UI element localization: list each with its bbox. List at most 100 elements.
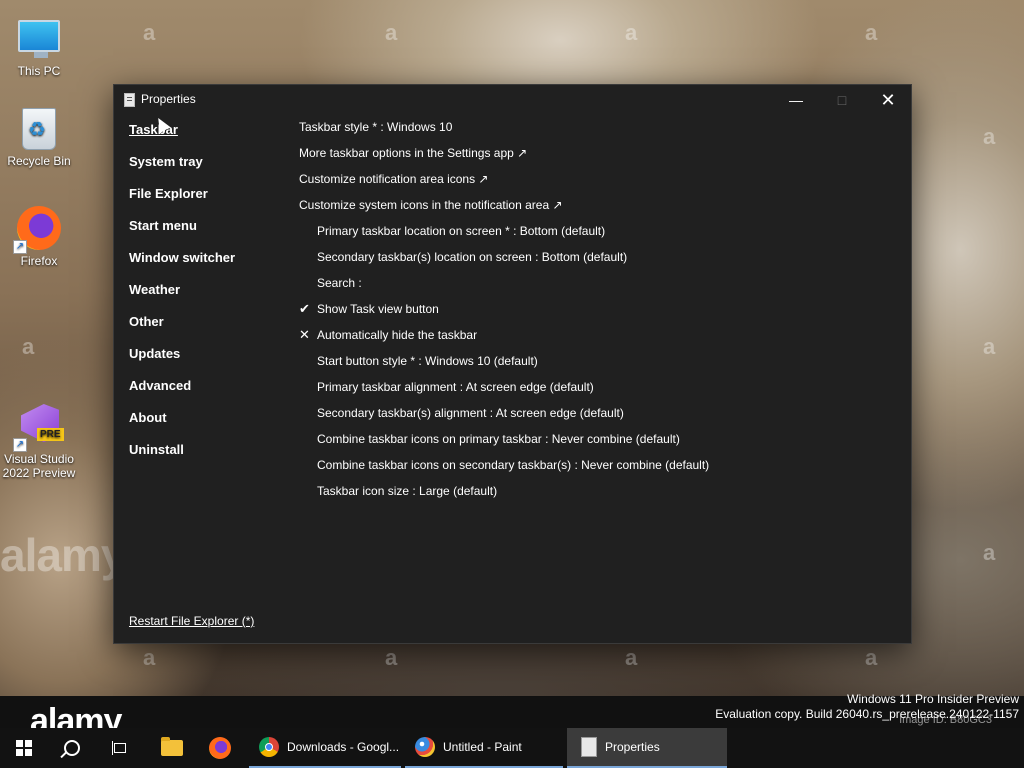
task-view-icon xyxy=(112,741,128,755)
setting-primary-location[interactable]: Primary taskbar location on screen * : B… xyxy=(299,223,709,249)
desktop-icon-firefox[interactable]: ↗ Firefox xyxy=(1,206,77,268)
paint-icon xyxy=(415,737,435,757)
setting-icon-size[interactable]: Taskbar icon size : Large (default) xyxy=(299,483,709,509)
watermark-letter: a xyxy=(143,645,156,670)
shortcut-arrow-icon: ↗ xyxy=(13,240,27,254)
minimize-button[interactable]: — xyxy=(773,85,819,115)
search-icon xyxy=(64,740,80,756)
desktop-icon-label: This PC xyxy=(17,64,61,78)
setting-combine-secondary[interactable]: Combine taskbar icons on secondary taskb… xyxy=(299,457,709,483)
sidebar-nav: Taskbar System tray File Explorer Start … xyxy=(129,121,235,473)
setting-secondary-alignment[interactable]: Secondary taskbar(s) alignment : At scre… xyxy=(299,405,709,431)
taskbar-app-label: Properties xyxy=(605,740,660,754)
setting-label: Customize system icons in the notificati… xyxy=(299,198,563,212)
watermark-letter: a xyxy=(983,334,996,359)
properties-window: Properties — □ ✕ Taskbar System tray Fil… xyxy=(113,84,912,644)
desktop-icon-label: Visual Studio 2022 Preview xyxy=(2,452,76,480)
setting-label: Combine taskbar icons on primary taskbar… xyxy=(317,432,680,446)
visual-studio-icon: PRE ↗ xyxy=(13,404,64,452)
taskbar-app-label: Untitled - Paint xyxy=(443,740,522,754)
setting-label: Secondary taskbar(s) alignment : At scre… xyxy=(317,406,624,420)
nav-item-weather[interactable]: Weather xyxy=(129,281,235,313)
watermark-letter: a xyxy=(625,645,638,670)
nav-item-uninstall[interactable]: Uninstall xyxy=(129,441,235,473)
file-explorer-button[interactable] xyxy=(148,728,196,768)
nav-item-about[interactable]: About xyxy=(129,409,235,441)
nav-item-start-menu[interactable]: Start menu xyxy=(129,217,235,249)
setting-label: Search : xyxy=(317,276,362,290)
setting-combine-primary[interactable]: Combine taskbar icons on primary taskbar… xyxy=(299,431,709,457)
folder-icon xyxy=(161,737,183,756)
setting-task-view-button[interactable]: ✔ Show Task view button xyxy=(299,301,709,327)
watermark-letter: a xyxy=(983,124,996,149)
minimize-icon: — xyxy=(789,92,803,108)
nav-item-other[interactable]: Other xyxy=(129,313,235,345)
link-system-icons[interactable]: Customize system icons in the notificati… xyxy=(299,197,709,223)
taskbar-app-paint[interactable]: Untitled - Paint xyxy=(405,728,563,768)
setting-taskbar-style[interactable]: Taskbar style * : Windows 10 xyxy=(299,119,709,145)
desktop-icon-visual-studio[interactable]: PRE ↗ Visual Studio 2022 Preview xyxy=(1,404,77,480)
setting-secondary-location[interactable]: Secondary taskbar(s) location on screen … xyxy=(299,249,709,275)
firefox-taskbar-button[interactable] xyxy=(196,728,244,768)
maximize-icon: □ xyxy=(837,92,847,108)
desktop-icon-label: Recycle Bin xyxy=(7,154,71,168)
taskbar-app-label: Downloads - Googl... xyxy=(287,740,400,754)
setting-search[interactable]: Search : xyxy=(299,275,709,301)
watermark-letter: a xyxy=(385,20,398,45)
properties-icon xyxy=(124,93,135,107)
nav-item-window-switcher[interactable]: Window switcher xyxy=(129,249,235,281)
watermark-letter: a xyxy=(625,20,638,45)
start-button[interactable] xyxy=(0,728,48,768)
image-id: Image ID: B80GC3 xyxy=(899,714,992,726)
taskbar-app-properties[interactable]: Properties xyxy=(567,728,727,768)
maximize-button[interactable]: □ xyxy=(819,85,865,115)
checkmark-icon: ✔ xyxy=(299,301,310,316)
preview-badge: PRE xyxy=(37,428,64,441)
setting-label: Taskbar icon size : Large (default) xyxy=(317,484,498,498)
close-button[interactable]: ✕ xyxy=(865,85,911,115)
setting-label: More taskbar options in the Settings app… xyxy=(299,146,528,160)
nav-item-taskbar[interactable]: Taskbar xyxy=(129,121,235,153)
setting-label: Combine taskbar icons on secondary taskb… xyxy=(317,458,710,472)
setting-label: Secondary taskbar(s) location on screen … xyxy=(317,250,628,264)
setting-primary-alignment[interactable]: Primary taskbar alignment : At screen ed… xyxy=(299,379,709,405)
desktop-icon-this-pc[interactable]: This PC xyxy=(1,10,77,78)
watermark-letter: a xyxy=(22,334,35,359)
nav-item-advanced[interactable]: Advanced xyxy=(129,377,235,409)
firefox-icon: ↗ xyxy=(13,206,61,254)
recycle-bin-icon: ♻ xyxy=(22,108,56,150)
chrome-icon xyxy=(259,737,279,757)
setting-label: Primary taskbar location on screen * : B… xyxy=(317,224,606,238)
setting-label: Show Task view button xyxy=(317,302,439,316)
watermark-letter: a xyxy=(983,540,996,565)
restart-explorer-link[interactable]: Restart File Explorer (*) xyxy=(129,614,254,628)
desktop-icon-label: Firefox xyxy=(20,254,58,268)
search-button[interactable] xyxy=(48,728,96,768)
setting-label: Start button style * : Windows 10 (defau… xyxy=(317,354,538,368)
setting-label: Taskbar style * : Windows 10 xyxy=(299,120,453,134)
eval-edition: Windows 11 Pro Insider Preview xyxy=(847,692,1019,706)
nav-item-updates[interactable]: Updates xyxy=(129,345,235,377)
monitor-icon xyxy=(18,20,60,58)
link-settings-app[interactable]: More taskbar options in the Settings app… xyxy=(299,145,709,171)
windows-logo-icon xyxy=(16,740,32,756)
setting-label: Automatically hide the taskbar xyxy=(317,328,478,342)
setting-autohide-taskbar[interactable]: ✕ Automatically hide the taskbar xyxy=(299,327,709,353)
taskbar: Downloads - Googl... Untitled - Paint Pr… xyxy=(0,728,1024,768)
watermark-letter: a xyxy=(143,20,156,45)
link-notification-icons[interactable]: Customize notification area icons ↗ xyxy=(299,171,709,197)
close-icon: ✕ xyxy=(880,89,896,110)
window-title: Properties xyxy=(141,92,196,106)
watermark-letter: a xyxy=(865,645,878,670)
setting-start-button-style[interactable]: Start button style * : Windows 10 (defau… xyxy=(299,353,709,379)
shortcut-arrow-icon: ↗ xyxy=(13,438,27,452)
title-bar[interactable]: Properties — □ ✕ xyxy=(114,85,911,115)
nav-item-file-explorer[interactable]: File Explorer xyxy=(129,185,235,217)
task-view-button[interactable] xyxy=(96,728,144,768)
alamy-watermark: alamy xyxy=(0,529,126,581)
taskbar-app-chrome[interactable]: Downloads - Googl... xyxy=(249,728,401,768)
nav-item-system-tray[interactable]: System tray xyxy=(129,153,235,185)
properties-icon xyxy=(581,737,597,757)
desktop-icon-recycle-bin[interactable]: ♻ Recycle Bin xyxy=(1,108,77,168)
setting-label: Customize notification area icons ↗ xyxy=(299,172,489,186)
